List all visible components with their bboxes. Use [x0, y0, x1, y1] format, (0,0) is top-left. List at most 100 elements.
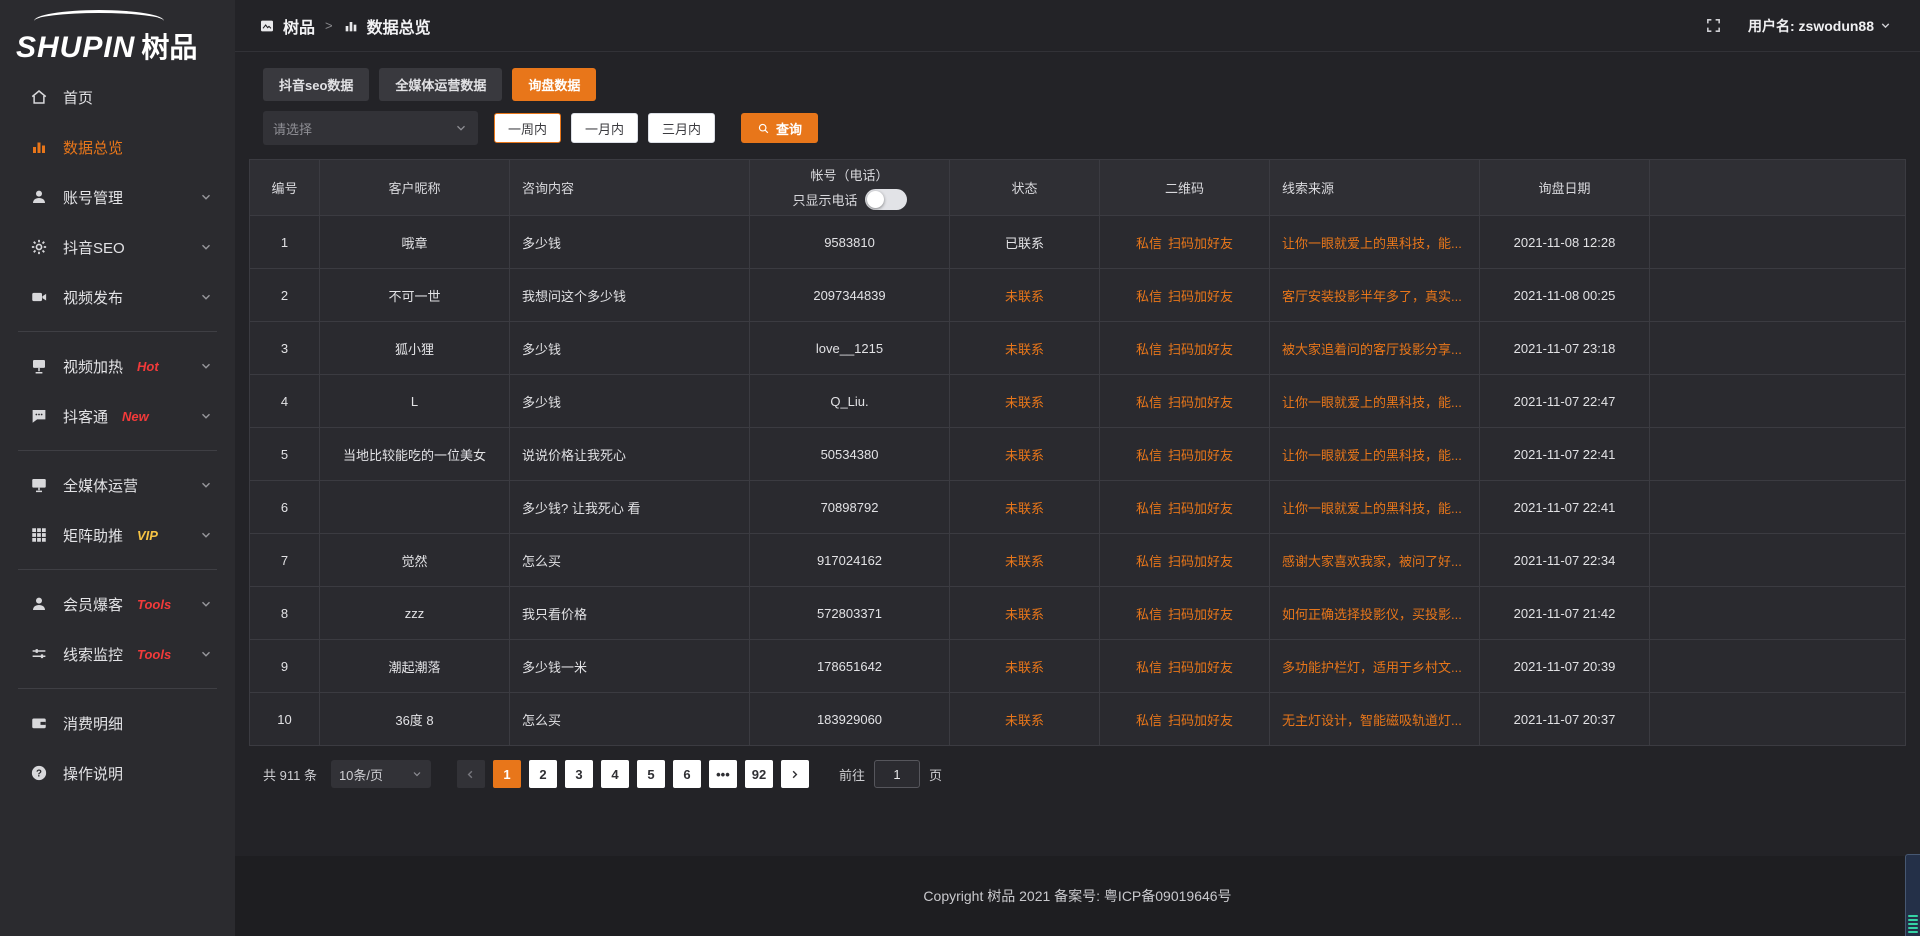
scan-add-friend-link[interactable]: 扫码加好友	[1168, 710, 1233, 729]
chevron-down-icon	[199, 190, 213, 204]
page-number-button[interactable]: 4	[601, 760, 629, 788]
widget-stripe	[1908, 931, 1918, 933]
tab-douyin-seo-data[interactable]: 抖音seo数据	[263, 68, 369, 101]
sidebar-item-account-mgmt[interactable]: 账号管理	[0, 172, 235, 222]
page-number-button[interactable]: 5	[637, 760, 665, 788]
qr-links: 私信 扫码加好友	[1136, 657, 1233, 676]
private-message-link[interactable]: 私信	[1136, 551, 1162, 570]
user-menu[interactable]: 用户名: zswodun88	[1748, 16, 1892, 36]
cell-date: 2021-11-07 22:47	[1480, 375, 1650, 427]
sidebar-item-douyin-seo[interactable]: 抖音SEO	[0, 222, 235, 272]
lead-source-link[interactable]: 感谢大家喜欢我家，被问了好...	[1282, 551, 1462, 570]
cell-content: 多少钱	[510, 216, 750, 268]
cell-nickname: 不可一世	[320, 269, 510, 321]
cell-account: 50534380	[750, 428, 950, 480]
page-number-button[interactable]: 2	[529, 760, 557, 788]
cell-account: 572803371	[750, 587, 950, 639]
username-label: 用户名: zswodun88	[1748, 16, 1874, 36]
scan-add-friend-link[interactable]: 扫码加好友	[1168, 445, 1233, 464]
page-number-button[interactable]: 3	[565, 760, 593, 788]
breadcrumb-root[interactable]: 树品	[283, 14, 315, 38]
chevron-left-icon	[464, 768, 477, 781]
lead-source-link[interactable]: 让你一眼就爱上的黑科技，能...	[1282, 445, 1462, 464]
lead-source-link[interactable]: 被大家追着问的客厅投影分享...	[1282, 339, 1462, 358]
goto-page-input[interactable]	[874, 760, 920, 788]
sidebar-label: 矩阵助推	[63, 525, 123, 546]
user-icon	[30, 188, 48, 206]
status-badge: 未联系	[1005, 657, 1044, 676]
prev-page-button[interactable]	[457, 760, 485, 788]
sidebar-item-omni-media[interactable]: 全媒体运营	[0, 460, 235, 510]
search-button[interactable]: 查询	[741, 113, 818, 143]
wallet-icon	[30, 714, 48, 732]
private-message-link[interactable]: 私信	[1136, 604, 1162, 623]
sidebar-item-help[interactable]: ? 操作说明	[0, 748, 235, 798]
lead-source-link[interactable]: 多功能护栏灯，适用于乡村文...	[1282, 657, 1462, 676]
tab-inquiry-data[interactable]: 询盘数据	[512, 68, 596, 101]
mini-widget[interactable]	[1905, 854, 1920, 936]
scan-add-friend-link[interactable]: 扫码加好友	[1168, 233, 1233, 252]
sidebar-item-member-burst[interactable]: 会员爆客 Tools	[0, 579, 235, 629]
page-number-button[interactable]: 1	[493, 760, 521, 788]
lead-source-link[interactable]: 客厅安装投影半年多了，真实...	[1282, 286, 1462, 305]
sidebar-item-expense-detail[interactable]: 消费明细	[0, 698, 235, 748]
widget-stripe	[1908, 923, 1918, 925]
status-badge: 未联系	[1005, 392, 1044, 411]
scan-add-friend-link[interactable]: 扫码加好友	[1168, 392, 1233, 411]
tab-omni-media-data[interactable]: 全媒体运营数据	[379, 68, 502, 101]
scan-add-friend-link[interactable]: 扫码加好友	[1168, 604, 1233, 623]
sidebar-item-video-heat[interactable]: 视频加热 Hot	[0, 341, 235, 391]
scan-add-friend-link[interactable]: 扫码加好友	[1168, 657, 1233, 676]
chevron-down-icon	[411, 768, 423, 780]
new-badge: New	[122, 409, 149, 424]
range-button-week[interactable]: 一周内	[494, 113, 561, 143]
breadcrumb: 树品 > 数据总览	[259, 14, 431, 38]
table-row: 5 当地比较能吃的一位美女 说说价格让我死心 50534380 未联系 私信 扫…	[250, 428, 1905, 481]
chevron-down-icon	[199, 290, 213, 304]
private-message-link[interactable]: 私信	[1136, 498, 1162, 517]
page-number-button[interactable]: 92	[745, 760, 773, 788]
phone-only-toggle[interactable]	[865, 189, 907, 210]
fullscreen-icon[interactable]	[1705, 17, 1722, 34]
lead-source-link[interactable]: 如何正确选择投影仪，买投影...	[1282, 604, 1462, 623]
private-message-link[interactable]: 私信	[1136, 445, 1162, 464]
qr-links: 私信 扫码加好友	[1136, 392, 1233, 411]
cell-source: 被大家追着问的客厅投影分享...	[1270, 322, 1480, 374]
sidebar-label: 视频加热	[63, 356, 123, 377]
lead-source-link[interactable]: 让你一眼就爱上的黑科技，能...	[1282, 233, 1462, 252]
scan-add-friend-link[interactable]: 扫码加好友	[1168, 551, 1233, 570]
scan-add-friend-link[interactable]: 扫码加好友	[1168, 498, 1233, 517]
private-message-link[interactable]: 私信	[1136, 286, 1162, 305]
private-message-link[interactable]: 私信	[1136, 392, 1162, 411]
private-message-link[interactable]: 私信	[1136, 233, 1162, 252]
lead-source-link[interactable]: 让你一眼就爱上的黑科技，能...	[1282, 392, 1462, 411]
sidebar-label: 会员爆客	[63, 594, 123, 615]
cell-nickname: 当地比较能吃的一位美女	[320, 428, 510, 480]
page-number-button[interactable]: 6	[673, 760, 701, 788]
page-number-button[interactable]: •••	[709, 760, 737, 788]
filter-select[interactable]: 请选择	[263, 111, 478, 145]
page-size-select[interactable]: 10条/页	[331, 760, 431, 788]
private-message-link[interactable]: 私信	[1136, 339, 1162, 358]
qr-links: 私信 扫码加好友	[1136, 710, 1233, 729]
sidebar-item-data-overview[interactable]: 数据总览	[0, 122, 235, 172]
sliders-icon	[30, 645, 48, 663]
range-button-month[interactable]: 一月内	[571, 113, 638, 143]
sidebar-item-douketong[interactable]: 抖客通 New	[0, 391, 235, 441]
grid-icon	[30, 526, 48, 544]
scan-add-friend-link[interactable]: 扫码加好友	[1168, 339, 1233, 358]
sidebar-item-home[interactable]: 首页	[0, 72, 235, 122]
lead-source-link[interactable]: 无主灯设计，智能磁吸轨道灯...	[1282, 710, 1462, 729]
sidebar-item-matrix-boost[interactable]: 矩阵助推 VIP	[0, 510, 235, 560]
qr-links: 私信 扫码加好友	[1136, 286, 1233, 305]
account-column-title: 帐号（电话）	[810, 165, 888, 184]
sidebar-item-video-publish[interactable]: 视频发布	[0, 272, 235, 322]
cell-account: Q_Liu.	[750, 375, 950, 427]
private-message-link[interactable]: 私信	[1136, 657, 1162, 676]
sidebar-item-lead-monitor[interactable]: 线索监控 Tools	[0, 629, 235, 679]
lead-source-link[interactable]: 让你一眼就爱上的黑科技，能...	[1282, 498, 1462, 517]
scan-add-friend-link[interactable]: 扫码加好友	[1168, 286, 1233, 305]
range-button-quarter[interactable]: 三月内	[648, 113, 715, 143]
private-message-link[interactable]: 私信	[1136, 710, 1162, 729]
next-page-button[interactable]	[781, 760, 809, 788]
